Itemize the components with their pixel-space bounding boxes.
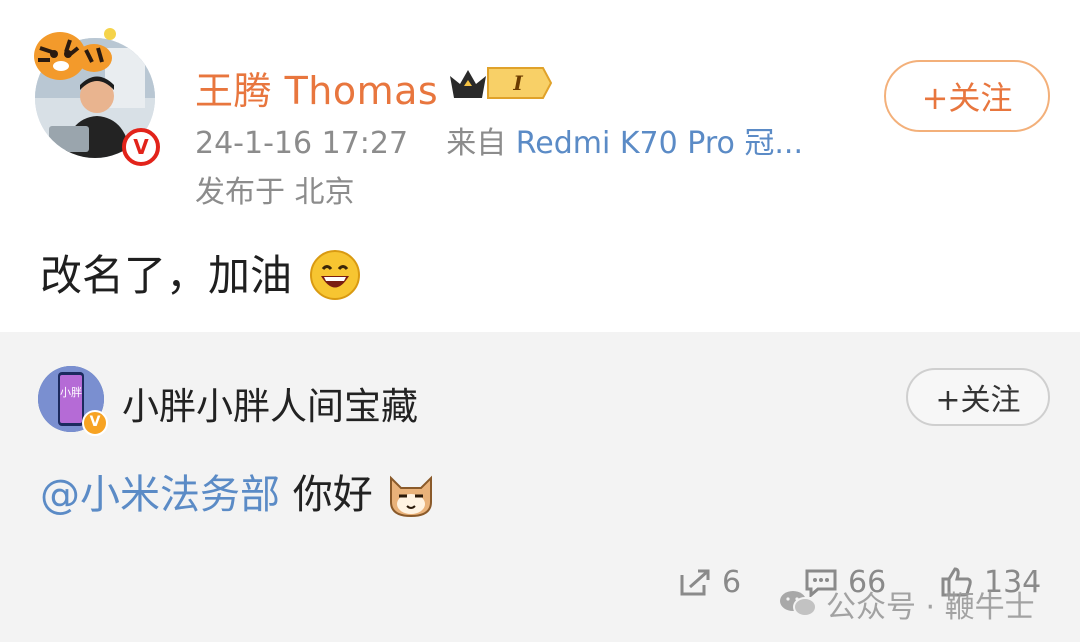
repost-content: @小米法务部 你好 [40,462,437,520]
vip-crown-badge-icon: I [450,67,553,99]
post-text: 改名了，加油 [40,251,293,300]
verified-badge-icon: V [122,128,160,166]
cat-emoji-icon [390,475,433,518]
mention-link[interactable]: @小米法务部 [40,472,280,518]
share-count: 6 [722,564,742,600]
post-timestamp: 24-1-16 17:27 [195,126,409,161]
share-action[interactable]: 6 [678,560,741,604]
repost-author-name[interactable]: 小胖小胖人间宝藏 [122,376,418,430]
post-content: 改名了，加油 [40,242,361,303]
wechat-watermark: 公众号 · 鞭牛士 [778,582,1035,626]
share-icon [680,569,710,596]
verified-badge-icon: V [82,410,108,436]
repost-follow-button[interactable]: +关注 [906,368,1050,426]
laughing-emoji-icon [310,249,361,300]
author-name[interactable]: 王腾 Thomas [195,60,438,115]
repost-text: 你好 [280,472,373,518]
device-link[interactable]: Redmi K70 Pro 冠... [516,126,803,161]
tiger-sticker-icon [34,28,116,80]
follow-button[interactable]: +关注 [884,60,1050,132]
post-meta: 24-1-16 17:27 来自 Redmi K70 Pro 冠... [195,118,803,162]
source-prefix: 来自 [446,126,507,161]
level-label: I [512,71,523,95]
watermark-text: 公众号 · 鞭牛士 [826,590,1035,625]
post-location: 发布于 北京 [195,175,355,210]
avatar-label: 小胖 [60,386,82,399]
wechat-icon [780,591,817,617]
